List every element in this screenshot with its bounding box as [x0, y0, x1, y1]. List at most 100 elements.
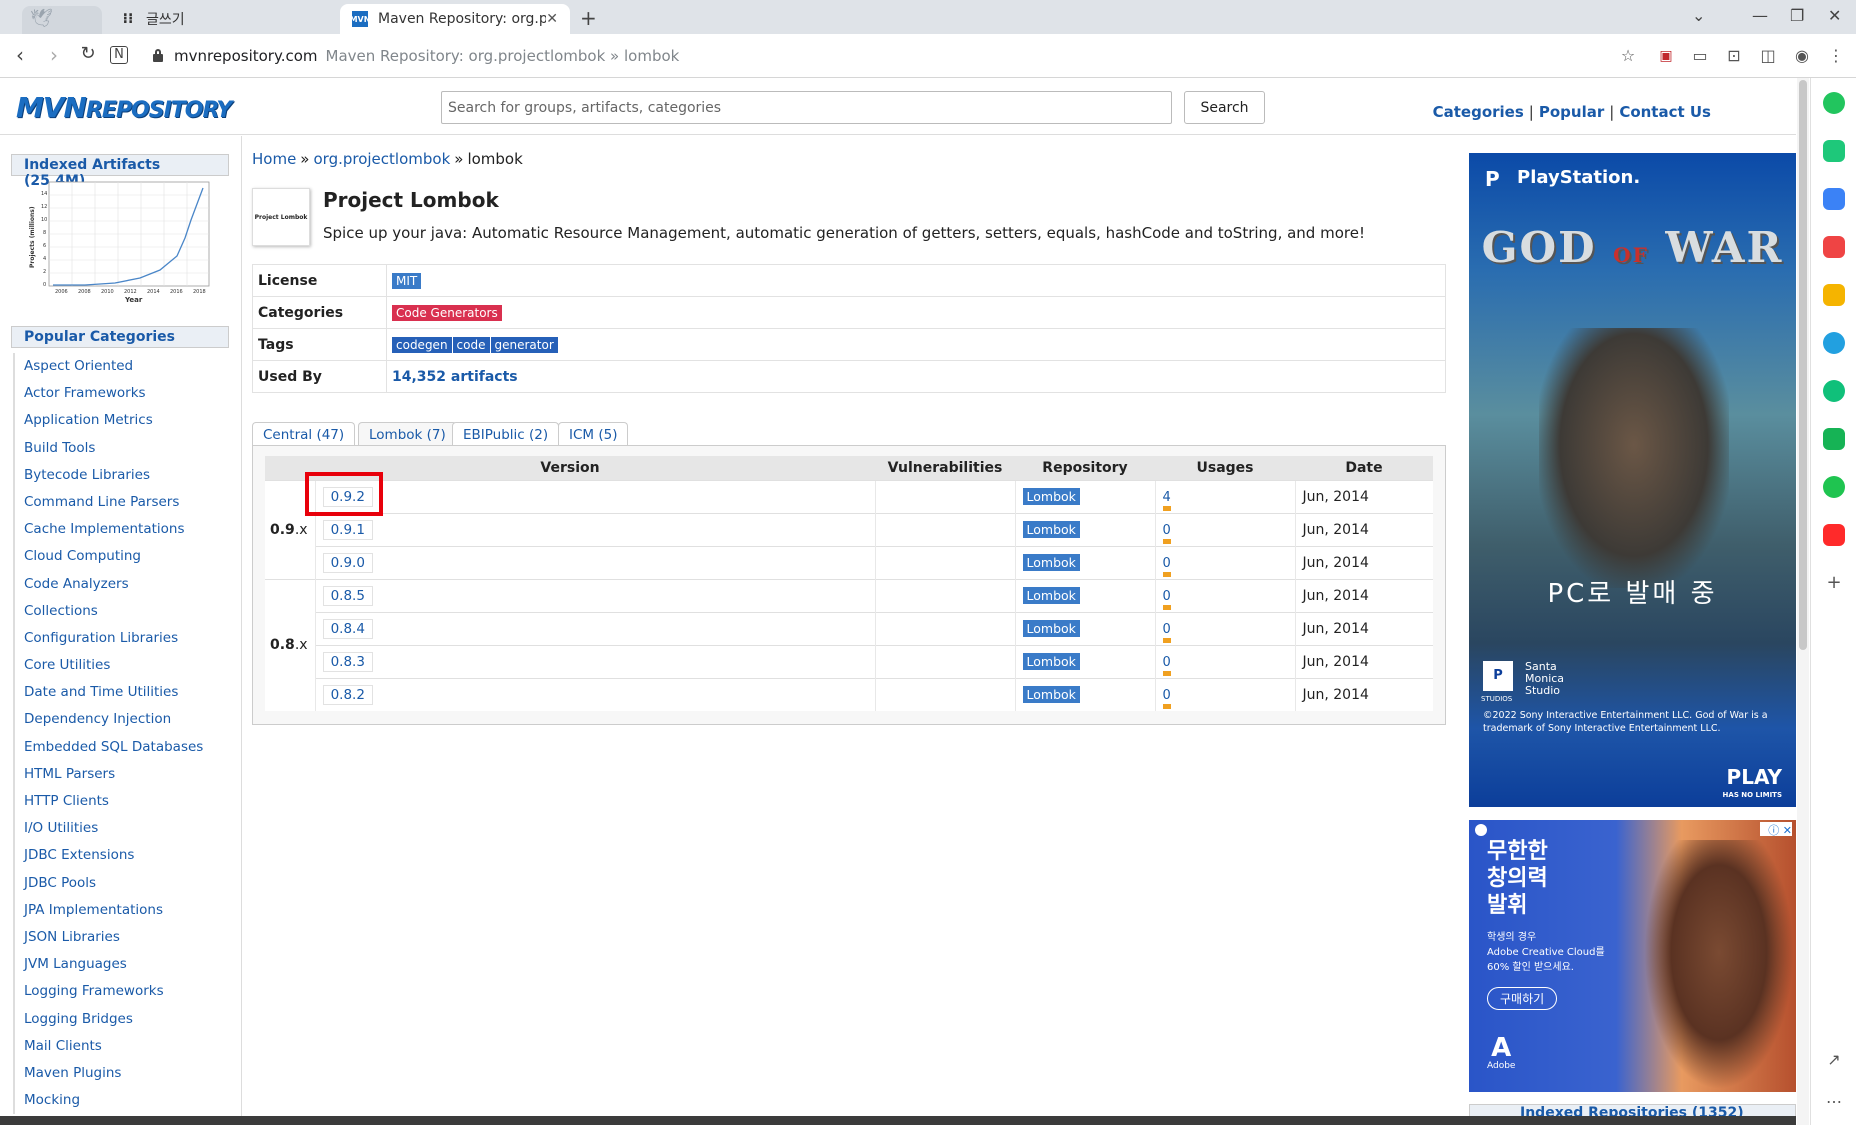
screenshot-icon[interactable]: ⊡: [1724, 46, 1744, 66]
sidebar-webtoon-icon[interactable]: [1823, 428, 1845, 450]
category-link[interactable]: Cache Implementations: [15, 516, 233, 543]
category-link[interactable]: Configuration Libraries: [15, 625, 233, 652]
sidebar-now-icon[interactable]: [1823, 524, 1845, 546]
sidebar-circle-icon[interactable]: [1823, 92, 1845, 114]
category-link[interactable]: Date and Time Utilities: [15, 679, 233, 706]
nav-contact-us[interactable]: Contact Us: [1619, 103, 1711, 121]
category-link[interactable]: Command Line Parsers: [15, 489, 233, 516]
category-link[interactable]: JSON Libraries: [15, 924, 233, 951]
popular-categories-heading[interactable]: Popular Categories: [11, 326, 229, 348]
tab-icm[interactable]: ICM (5): [558, 422, 629, 446]
more-menu-icon[interactable]: ⋮: [1826, 46, 1846, 66]
category-link[interactable]: HTML Parsers: [15, 761, 233, 788]
profile-icon[interactable]: ◉: [1792, 46, 1812, 66]
sidebar-external-link-icon[interactable]: ↗: [1823, 1050, 1845, 1072]
scrollbar-thumb[interactable]: [1799, 80, 1807, 650]
usages-link[interactable]: 0: [1162, 622, 1171, 643]
version-link[interactable]: 0.8.2: [322, 684, 373, 705]
minimize-icon[interactable]: —: [1752, 6, 1768, 25]
category-link[interactable]: Actor Frameworks: [15, 380, 233, 407]
nav-popular[interactable]: Popular: [1539, 103, 1604, 121]
version-link[interactable]: 0.8.3: [322, 651, 373, 672]
new-tab-button[interactable]: +: [580, 6, 597, 30]
category-link[interactable]: Maven Plugins: [15, 1060, 233, 1087]
url-field[interactable]: mvnrepository.com Maven Repository: org.…: [152, 42, 679, 70]
usages-link[interactable]: 0: [1162, 655, 1171, 676]
close-window-icon[interactable]: ✕: [1828, 6, 1841, 25]
license-badge[interactable]: MIT: [392, 272, 422, 289]
category-link[interactable]: Dependency Injection: [15, 706, 233, 733]
category-link[interactable]: Collections: [15, 598, 233, 625]
sidebar-edge-icon[interactable]: [1823, 332, 1845, 354]
ad-close-icon[interactable]: ⓘ ✕: [1760, 822, 1792, 837]
repository-badge[interactable]: Lombok: [1022, 521, 1080, 538]
usages-link[interactable]: 4: [1162, 490, 1171, 511]
usages-link[interactable]: 0: [1162, 556, 1171, 577]
sidebar-chat-icon[interactable]: [1823, 140, 1845, 162]
category-link[interactable]: Mail Clients: [15, 1033, 233, 1060]
category-link[interactable]: Logging Bridges: [15, 1006, 233, 1033]
flag-extension-icon[interactable]: ▣: [1656, 46, 1676, 66]
repository-badge[interactable]: Lombok: [1022, 488, 1080, 505]
naver-n-icon[interactable]: N: [110, 46, 128, 64]
sidebar-add-icon[interactable]: +: [1823, 572, 1845, 594]
category-link[interactable]: Embedded SQL Databases: [15, 734, 233, 761]
close-tab-icon[interactable]: ✕: [546, 11, 558, 27]
tab-ebipublic[interactable]: EBIPublic (2): [452, 422, 560, 446]
category-link[interactable]: JPA Implementations: [15, 897, 233, 924]
version-link[interactable]: 0.9.0: [322, 552, 373, 573]
bookmark-star-icon[interactable]: ☆: [1618, 46, 1638, 66]
tag-badge[interactable]: codegen: [392, 336, 452, 353]
repository-badge[interactable]: Lombok: [1022, 686, 1080, 704]
tab-maven-repository[interactable]: MVN Maven Repository: org.projectlo ✕: [340, 4, 570, 34]
mvnrepository-logo[interactable]: MVNREPOSITORY: [16, 91, 232, 124]
tab-search-chevron-icon[interactable]: ⌄: [1692, 6, 1705, 25]
sidebar-play-icon[interactable]: [1823, 380, 1845, 402]
usages-link[interactable]: 0: [1162, 523, 1171, 544]
page-scrollbar[interactable]: [1797, 78, 1809, 1125]
back-icon[interactable]: ‹: [8, 43, 32, 67]
tab-write[interactable]: ⁝⁝ 글쓰기: [108, 4, 338, 34]
reload-icon[interactable]: ↻: [76, 43, 100, 64]
sidebar-pocket-icon[interactable]: [1823, 236, 1845, 258]
breadcrumb-group[interactable]: org.projectlombok: [313, 150, 450, 168]
sidebar-naver-icon[interactable]: [1823, 476, 1845, 498]
tag-badge[interactable]: generator: [490, 336, 558, 353]
search-button[interactable]: Search: [1184, 91, 1265, 124]
ad-choices-icon[interactable]: [1475, 824, 1487, 836]
tab-central[interactable]: Central (47): [252, 422, 356, 446]
indexed-artifacts-chart[interactable]: 2006 2008 2010 2012 2014 2016 2018 0 2 4…: [25, 178, 215, 306]
category-link[interactable]: I/O Utilities: [15, 815, 233, 842]
category-link[interactable]: Cloud Computing: [15, 543, 233, 570]
search-input[interactable]: [441, 91, 1172, 124]
category-link[interactable]: Build Tools: [15, 435, 233, 462]
category-link[interactable]: JVM Languages: [15, 951, 233, 978]
category-link[interactable]: HTTP Clients: [15, 788, 233, 815]
sidebar-calendar-icon[interactable]: [1823, 188, 1845, 210]
sidebar-more-icon[interactable]: …: [1823, 1088, 1845, 1110]
usages-link[interactable]: 0: [1162, 688, 1171, 709]
repository-badge[interactable]: Lombok: [1022, 587, 1080, 604]
category-link[interactable]: Mocking: [15, 1087, 233, 1114]
version-link[interactable]: 0.8.4: [322, 618, 373, 639]
category-link[interactable]: Core Utilities: [15, 652, 233, 679]
version-link[interactable]: 0.8.5: [322, 585, 373, 606]
buy-button[interactable]: 구매하기: [1487, 987, 1558, 1010]
twitter-bird-icon[interactable]: 🕊: [30, 10, 53, 28]
tag-badge[interactable]: code: [452, 336, 490, 353]
category-badge[interactable]: Code Generators: [392, 304, 502, 321]
tab-lombok[interactable]: Lombok (7): [358, 422, 457, 447]
forward-icon[interactable]: ›: [42, 43, 66, 67]
category-link[interactable]: JDBC Pools: [15, 870, 233, 897]
used-by-link[interactable]: 14,352 artifacts: [392, 369, 518, 385]
nav-categories[interactable]: Categories: [1433, 103, 1524, 121]
breadcrumb-home[interactable]: Home: [252, 150, 296, 168]
media-icon[interactable]: ▭: [1690, 46, 1710, 66]
category-link[interactable]: JDBC Extensions: [15, 842, 233, 869]
playstation-ad[interactable]: PlayStation. P GOD OF WAR PC로 발매 중 P STU…: [1469, 153, 1796, 807]
version-link[interactable]: 0.9.1: [322, 519, 373, 540]
sidebar-toggle-icon[interactable]: ◫: [1758, 46, 1778, 66]
restore-icon[interactable]: ❐: [1790, 6, 1804, 25]
adobe-ad[interactable]: 무한한 창의력 발휘 학생의 경우 Adobe Creative Cloud를 …: [1469, 820, 1796, 1092]
category-link[interactable]: Application Metrics: [15, 407, 233, 434]
